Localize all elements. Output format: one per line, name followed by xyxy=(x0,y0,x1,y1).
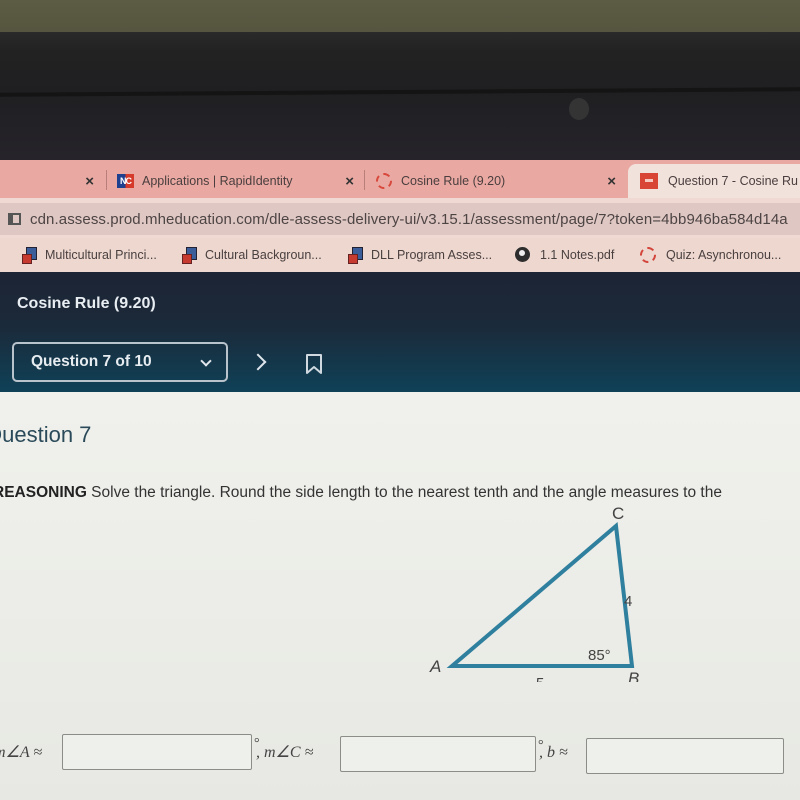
mheducation-favicon-icon xyxy=(640,173,658,189)
angle-a-input[interactable] xyxy=(62,734,252,770)
triangle-figure: C A B 4 5 85° xyxy=(429,504,639,682)
assignment-title: Cosine Rule (9.20) xyxy=(17,295,156,312)
tab-label: Applications | RapidIdentity xyxy=(142,174,293,188)
bookmark-notes-pdf[interactable]: 1.1 Notes.pdf xyxy=(515,247,614,262)
bookmark-label: Cultural Backgroun... xyxy=(205,248,322,262)
bezel-edge xyxy=(0,87,800,97)
assessment-header: Cosine Rule (9.20) Question 7 of 10 xyxy=(0,272,800,392)
loading-ring-icon xyxy=(376,173,392,189)
bookmark-label: 1.1 Notes.pdf xyxy=(540,247,615,262)
instruction-text: Solve the triangle. Round the side lengt… xyxy=(86,484,722,501)
side-ab-label: 5 xyxy=(536,675,544,682)
question-content: Question 7 REASONING Solve the triangle.… xyxy=(0,392,800,800)
bookmark-cultural-background[interactable]: Cultural Backgroun... xyxy=(182,247,322,264)
monitor-bezel xyxy=(0,32,800,162)
screen: × NC Applications | RapidIdentity × Cosi… xyxy=(0,160,800,800)
answer-row: m∠A ≈ ° , m∠C ≈ ° , b ≈ xyxy=(0,732,800,782)
bookmark-label: Multicultural Princi... xyxy=(45,248,157,262)
angle-c-label: , m∠C ≈ xyxy=(256,744,314,761)
url-field[interactable]: cdn.assess.prod.mheducation.com/dle-asse… xyxy=(0,203,800,235)
tab-question-7[interactable]: Question 7 - Cosine Ru xyxy=(628,164,800,198)
vertex-b-label: B xyxy=(628,669,639,682)
bookmark-multicultural[interactable]: Multicultural Princi... xyxy=(22,247,157,264)
bookmark-question-button[interactable] xyxy=(305,353,323,375)
next-question-button[interactable] xyxy=(252,352,268,374)
doc-icon xyxy=(182,247,197,264)
angle-a-label: m∠A ≈ xyxy=(0,744,43,761)
question-instruction: REASONING Solve the triangle. Round the … xyxy=(0,484,722,502)
ring-icon xyxy=(640,247,656,263)
bookmark-label: DLL Program Asses... xyxy=(371,248,493,262)
angle-c-input[interactable] xyxy=(340,736,536,772)
close-icon[interactable]: × xyxy=(85,173,94,190)
tab-rapididentity[interactable]: NC Applications | RapidIdentity × xyxy=(117,164,362,198)
nc-favicon-icon: NC xyxy=(117,174,134,188)
close-icon[interactable]: × xyxy=(345,173,354,190)
bookmark-dll-program[interactable]: DLL Program Asses... xyxy=(348,247,493,264)
close-icon[interactable]: × xyxy=(607,173,616,190)
instruction-tag: REASONING xyxy=(0,484,87,501)
bookmark-quiz[interactable]: Quiz: Asynchronou... xyxy=(640,247,781,263)
doc-icon xyxy=(22,247,37,264)
address-bar: cdn.assess.prod.mheducation.com/dle-asse… xyxy=(0,198,800,238)
triangle-abc xyxy=(446,522,635,668)
side-bc-label: 4 xyxy=(624,593,632,610)
vertex-a-label: A xyxy=(429,657,441,676)
webcam xyxy=(569,98,589,120)
tab-separator xyxy=(364,170,365,190)
tab-strip: × NC Applications | RapidIdentity × Cosi… xyxy=(0,160,800,198)
tab-label: Question 7 - Cosine Ru xyxy=(668,174,798,188)
chevron-down-icon xyxy=(200,355,212,367)
bookmarks-bar: Multicultural Princi... Cultural Backgro… xyxy=(0,238,800,272)
question-selector[interactable]: Question 7 of 10 xyxy=(12,342,228,382)
tab-previous[interactable]: × xyxy=(0,164,100,198)
vertex-c-label: C xyxy=(612,504,624,523)
url-text[interactable]: cdn.assess.prod.mheducation.com/dle-asse… xyxy=(30,211,788,228)
globe-icon xyxy=(515,247,530,262)
background-wall xyxy=(0,0,800,36)
tab-label: Cosine Rule (9.20) xyxy=(401,174,506,188)
question-heading: Question 7 xyxy=(0,422,92,447)
angle-b-label: 85° xyxy=(588,647,611,664)
site-info-icon[interactable] xyxy=(8,213,21,225)
tab-separator xyxy=(106,170,107,190)
bookmark-label: Quiz: Asynchronou... xyxy=(666,248,782,262)
doc-icon xyxy=(348,247,363,264)
question-selector-label: Question 7 of 10 xyxy=(31,353,152,370)
tab-cosine-rule[interactable]: Cosine Rule (9.20) × xyxy=(376,164,626,198)
bookmark-icon xyxy=(306,354,322,374)
side-b-label: , b ≈ xyxy=(539,744,568,761)
side-b-input[interactable] xyxy=(586,738,784,774)
